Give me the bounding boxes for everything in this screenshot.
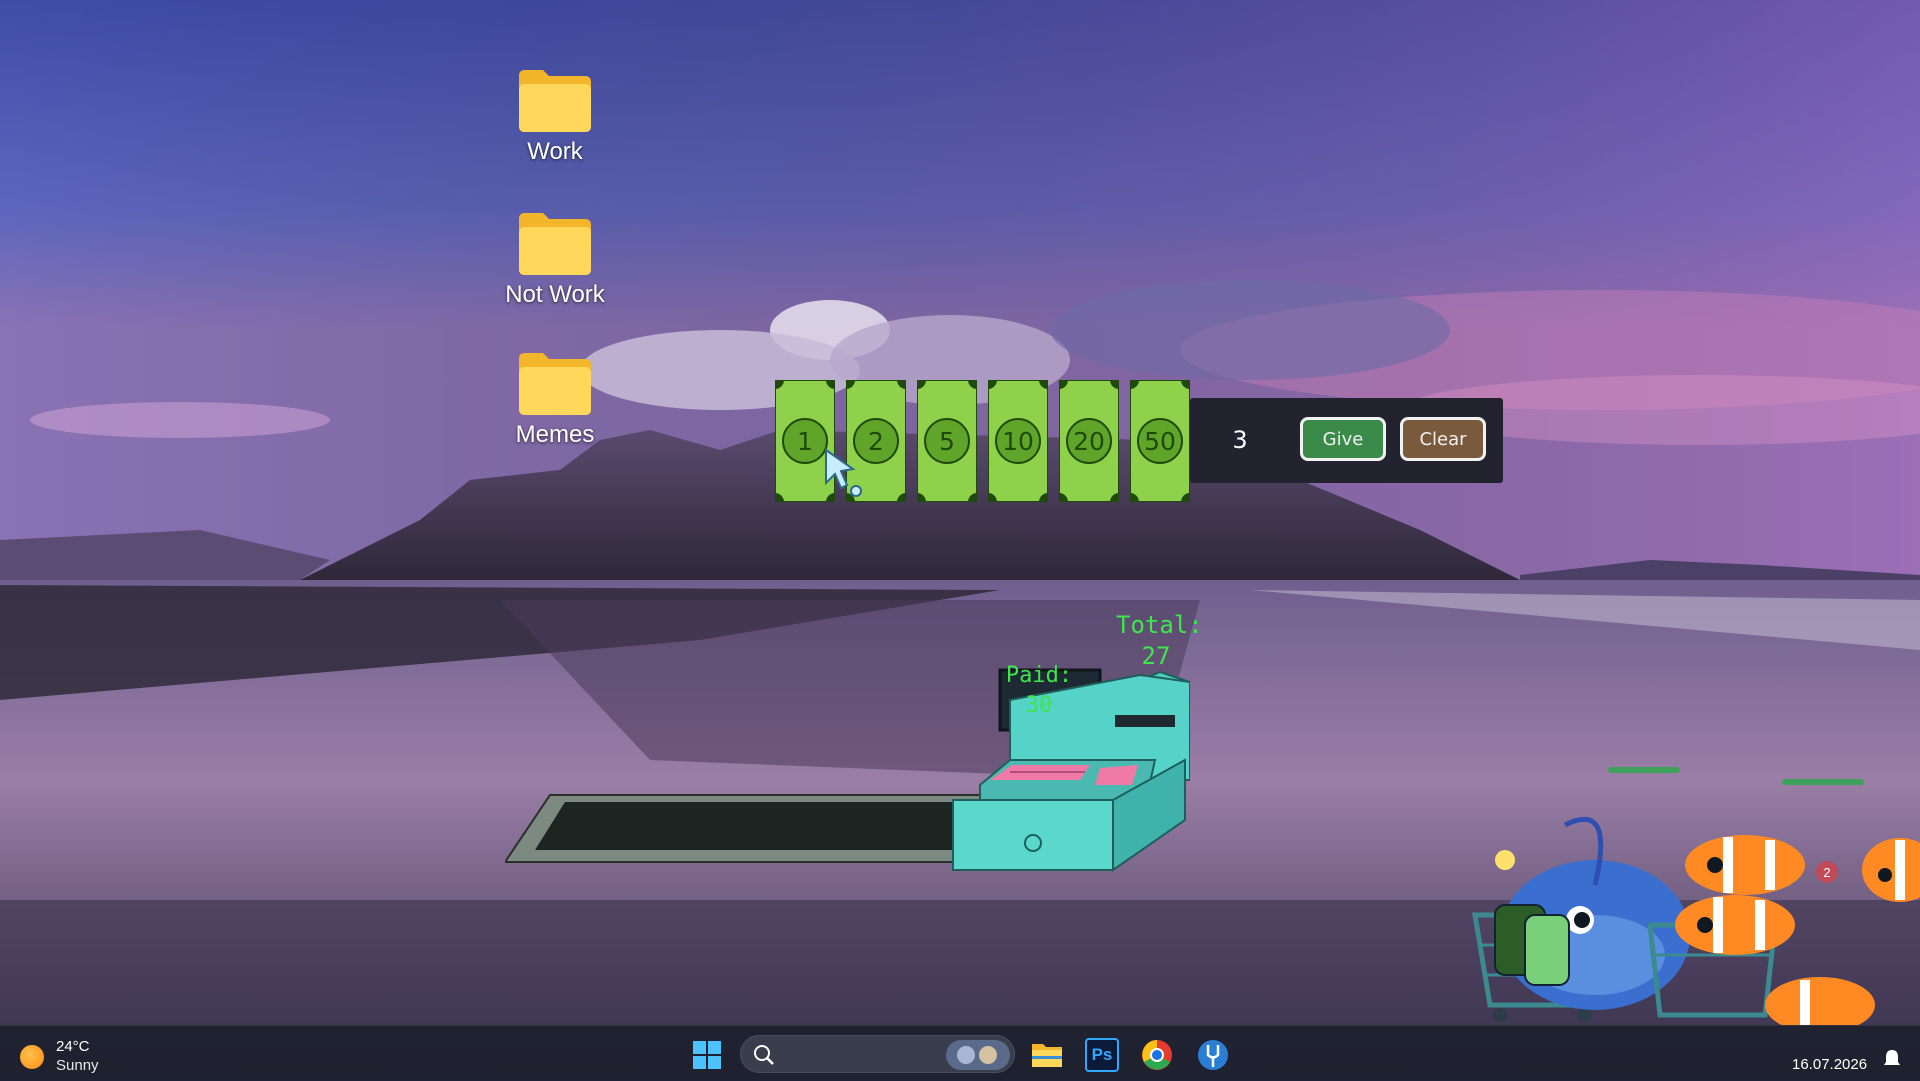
customer-patience-bar [1782,779,1864,785]
bill-20[interactable]: 20 [1059,380,1119,502]
desktop-folder-memes[interactable]: Memes [495,351,615,449]
change-amount: 3 [1232,426,1248,454]
search-highlight-icon [946,1040,1010,1070]
start-icon[interactable] [690,1038,724,1072]
bill-value: 5 [939,426,955,456]
taskbar-search[interactable] [740,1035,1015,1073]
notification-badge: 2 [1816,861,1838,883]
clear-button[interactable]: Clear [1400,417,1486,461]
folder-icon [519,213,591,275]
bill-value: 50 [1144,426,1176,456]
weather-condition: Sunny [56,1057,99,1074]
desktop-folder-label: Work [527,138,583,165]
chrome-icon[interactable] [1140,1038,1174,1072]
photoshop-icon[interactable]: Ps [1085,1038,1119,1072]
desktop-folder-label: Not Work [505,281,605,308]
notifications-icon[interactable] [1882,1048,1902,1070]
bill-5[interactable]: 5 [917,380,977,502]
give-button[interactable]: Give [1300,417,1386,461]
folder-icon [519,353,591,415]
paid-label: Paid: [1005,663,1073,688]
desktop-folder-not-work[interactable]: Not Work [495,211,615,309]
file-explorer-icon[interactable] [1030,1038,1064,1072]
bill-value: 10 [1002,426,1034,456]
folder-icon [519,70,591,132]
desktop-folder-label: Memes [515,421,595,448]
taskbar-clock-date[interactable]: 16.07.2026 [1792,1056,1867,1073]
desktop-folder-work[interactable]: Work [495,68,615,166]
bill-10[interactable]: 10 [988,380,1048,502]
paid-value: 30 [1025,693,1053,718]
money-tray[interactable] [505,790,995,870]
search-icon [754,1045,774,1065]
tuning-fork-icon[interactable] [1196,1038,1230,1072]
bill-50[interactable]: 50 [1130,380,1190,502]
bill-value: 20 [1073,426,1105,456]
paid-display: Paid: 30 [998,661,1080,723]
sun-icon [20,1045,44,1069]
taskbar: 24°C Sunny Ps 2 16.07.2026 [0,861,1920,1081]
fish-customers [1472,817,1920,1025]
cursor-icon [825,448,862,497]
weather-temperature: 24°C [56,1038,90,1055]
customer-patience-bar [1608,767,1680,773]
total-label: Total: [1116,611,1203,639]
